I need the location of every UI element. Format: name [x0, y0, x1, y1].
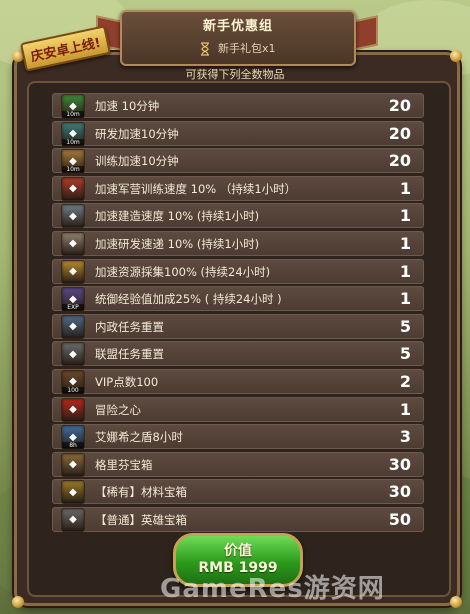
item-icon-caption: 10m — [62, 138, 84, 146]
vip-points-icon: ◆ 100 — [61, 369, 85, 394]
item-row: ◆ 格里芬宝箱 30 — [52, 451, 424, 477]
material-chest-icon: ◆ — [61, 480, 85, 505]
item-quantity: 1 — [399, 206, 411, 226]
item-quantity: 1 — [399, 178, 411, 198]
item-name: 训练加速10分钟 — [95, 154, 179, 169]
hero-chest-icon: ◆ — [61, 507, 85, 532]
pack-label-row: 新手礼包x1 — [122, 40, 354, 56]
build-boost-icon: ◆ — [61, 204, 85, 229]
item-row: ◆ 加速建造速度 10% (持续1小时) 1 — [52, 203, 424, 229]
item-name: 统御经验值加成25% ( 持续24小时 ) — [95, 292, 282, 307]
item-name: 加速资源採集100% (持续24小时) — [95, 264, 271, 279]
shield-icon: ◆ 8h — [61, 425, 85, 450]
title-banner: 新手优惠组 新手礼包x1 — [120, 10, 356, 66]
item-row: ◆ 10m 加速 10分钟 20 — [52, 93, 424, 118]
exp-boost-icon: ◆ EXP — [61, 287, 85, 312]
corner-stud-icon — [450, 50, 462, 62]
item-quantity: 1 — [399, 233, 411, 253]
pack-label: 新手礼包x1 — [217, 42, 276, 55]
hourglass-icon — [201, 42, 210, 56]
item-quantity: 20 — [388, 123, 411, 143]
training-speedup-icon: ◆ 10m — [61, 149, 85, 174]
item-row: ◆ 8h 艾娜希之盾8小时 3 — [52, 424, 424, 450]
item-name: 内政任务重置 — [95, 319, 164, 334]
item-quantity: 1 — [399, 399, 411, 419]
pack-title: 新手优惠组 — [202, 19, 273, 34]
item-row: ◆ 【稀有】材料宝箱 30 — [52, 479, 424, 505]
item-name: 艾娜希之盾8小时 — [95, 430, 183, 445]
price-label: 价值 — [224, 543, 252, 559]
item-name: 加速建造速度 10% (持续1小时) — [95, 209, 260, 224]
item-name: 研发加速10分钟 — [95, 126, 179, 141]
item-name: 【稀有】材料宝箱 — [95, 485, 187, 500]
heart-icon: ◆ — [61, 397, 85, 422]
research-boost-icon: ◆ — [61, 231, 85, 256]
item-row: ◆ 加速研发速递 10% (持续1小时) 1 — [52, 230, 424, 256]
item-row: ◆ 10m 训练加速10分钟 20 — [52, 148, 424, 174]
item-quantity: 2 — [399, 371, 411, 391]
barracks-boost-icon: ◆ — [61, 176, 85, 201]
item-quantity: 1 — [399, 289, 411, 309]
item-icon-caption: 10m — [62, 166, 84, 174]
item-row: ◆ EXP 统御经验值加成25% ( 持续24小时 ) 1 — [52, 286, 424, 312]
item-name: 冒险之心 — [95, 402, 141, 417]
item-quantity: 20 — [388, 96, 411, 115]
watermark: GameRes游资网 — [160, 574, 385, 604]
item-row: ◆ 【普通】英雄宝箱 50 — [52, 506, 424, 532]
item-row: ◆ 100 VIP点数100 2 — [52, 368, 424, 394]
item-row: ◆ 内政任务重置 5 — [52, 313, 424, 339]
item-quantity: 20 — [388, 151, 411, 171]
item-quantity: 1 — [399, 261, 411, 281]
item-icon-caption: 100 — [62, 386, 84, 394]
item-row: ◆ 加速资源採集100% (持续24小时) 1 — [52, 258, 424, 284]
item-name: 联盟任务重置 — [95, 347, 164, 362]
item-row: ◆ 加速军营训练速度 10% （持续1小时） 1 — [52, 175, 424, 201]
item-row: ◆ 10m 研发加速10分钟 20 — [52, 120, 424, 146]
item-quantity: 3 — [399, 427, 411, 447]
item-name: 格里芬宝箱 — [95, 457, 153, 472]
item-icon-caption: EXP — [62, 304, 84, 312]
research-speedup-icon: ◆ 10m — [61, 121, 85, 146]
item-icon-caption: 8h — [62, 442, 84, 450]
item-quantity: 30 — [388, 482, 411, 502]
item-quantity: 50 — [388, 509, 411, 529]
item-icon-caption: 10m — [62, 111, 84, 118]
item-name: 加速研发速递 10% (持续1小时) — [95, 236, 260, 251]
item-quantity: 5 — [399, 344, 411, 364]
item-name: 加速 10分钟 — [95, 99, 160, 113]
domestic-quest-reset-icon: ◆ — [61, 314, 85, 339]
griffin-chest-icon: ◆ — [61, 452, 85, 477]
item-row: ◆ 联盟任务重置 5 — [52, 341, 424, 367]
contents-caption: 可获得下列全数物品 — [185, 68, 285, 81]
alliance-quest-reset-icon: ◆ — [61, 342, 85, 367]
corner-stud-icon — [12, 596, 24, 608]
corner-stud-icon — [450, 596, 462, 608]
item-quantity: 30 — [388, 454, 411, 474]
gather-boost-icon: ◆ — [61, 259, 85, 284]
item-row: ◆ 冒险之心 1 — [52, 396, 424, 422]
item-name: VIP点数100 — [95, 374, 159, 389]
item-list: ◆ 10m 加速 10分钟 20 ◆ 10m 研发加速10分钟 20 ◆ 10m 训练加速10分钟 2… — [52, 93, 424, 535]
speedup-icon: ◆ 10m — [61, 94, 85, 118]
item-name: 【普通】英雄宝箱 — [95, 512, 187, 527]
item-name: 加速军营训练速度 10% （持续1小时） — [95, 181, 297, 196]
item-quantity: 5 — [399, 316, 411, 336]
